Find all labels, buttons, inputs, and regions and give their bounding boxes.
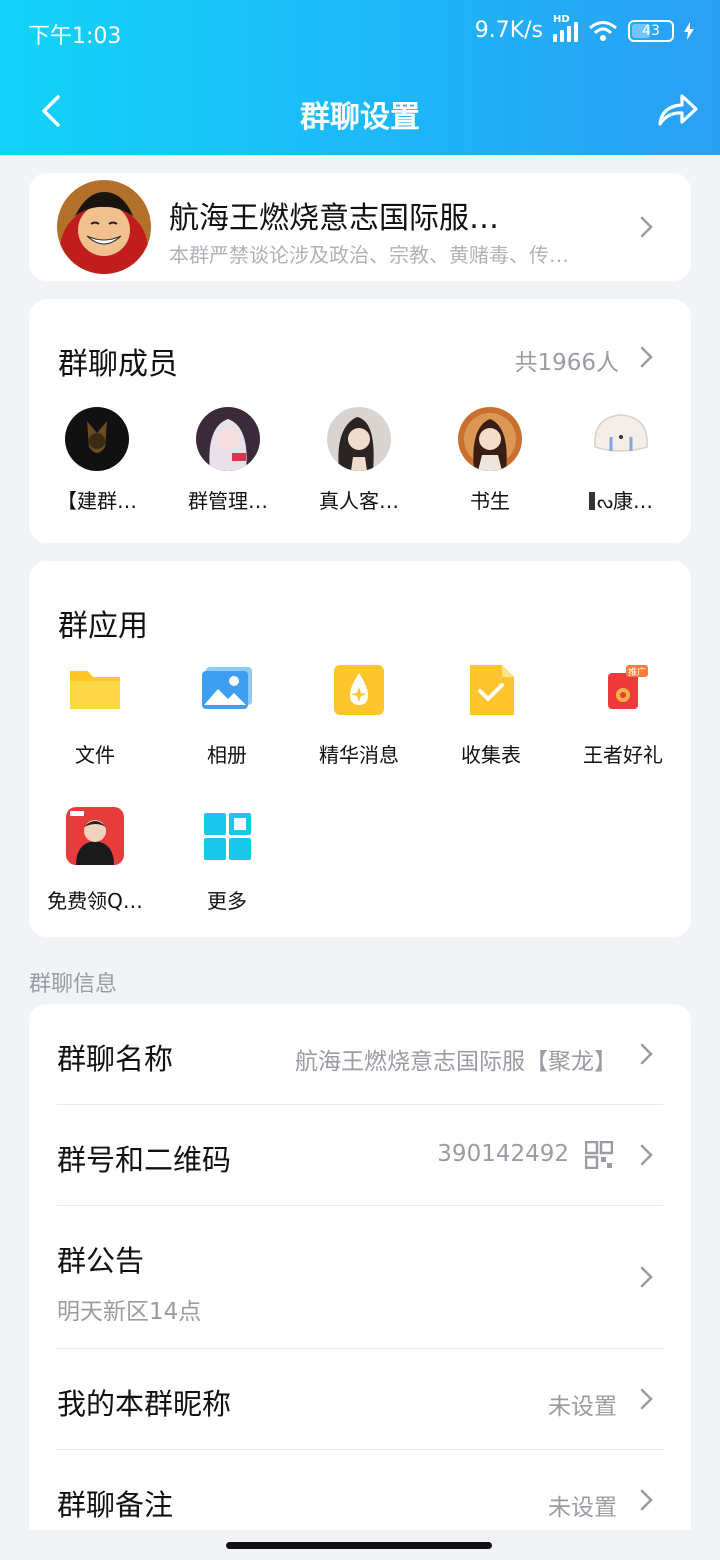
group-avatar	[57, 180, 151, 274]
row-label: 群号和二维码	[57, 1143, 232, 1177]
nav-bar: 群聊设置	[0, 80, 720, 140]
row-my-nickname[interactable]: 我的本群昵称 未设置	[29, 1349, 691, 1449]
home-indicator[interactable]	[226, 1542, 492, 1549]
form-icon	[462, 661, 520, 719]
app-label: 文件	[75, 743, 115, 767]
badge-icon	[588, 492, 595, 510]
status-bar: 下午1:03 9.7K/s HD 43	[28, 14, 694, 49]
info-card: 群聊名称 航海王燃烧意志国际服【聚龙】 群号和二维码 390142492 群公告…	[29, 1004, 691, 1530]
status-indicators: 9.7K/s HD 43	[474, 14, 694, 43]
signal-icon: HD	[553, 14, 578, 42]
page-title: 群聊设置	[300, 100, 420, 135]
row-notice[interactable]: 群公告 明天新区14点	[29, 1206, 691, 1348]
member-avatar	[327, 407, 391, 471]
member-count-link[interactable]: 共1966人	[455, 343, 655, 376]
album-icon	[198, 661, 256, 719]
member-name: 【建群…	[57, 489, 137, 513]
apps-title: 群应用	[58, 609, 148, 644]
share-icon[interactable]	[656, 90, 700, 130]
app-label: 收集表	[461, 743, 521, 767]
notice-preview: 明天新区14点	[57, 1299, 202, 1325]
app-promo[interactable]: 免费领Q…	[29, 807, 161, 914]
gift-icon: 推广	[594, 661, 652, 719]
row-value: 390142492	[437, 1141, 569, 1167]
battery-level: 43	[642, 22, 660, 39]
apps-card: 群应用 文件 相册 精华消息 收集表 推广 王者好礼 免费领Q… 更多	[29, 561, 691, 937]
row-group-name[interactable]: 群聊名称 航海王燃烧意志国际服【聚龙】	[29, 1004, 691, 1104]
app-files[interactable]: 文件	[29, 661, 161, 768]
folder-icon	[66, 661, 124, 719]
app-form[interactable]: 收集表	[425, 661, 557, 768]
group-name: 航海王燃烧意志国际服…	[169, 201, 499, 236]
hd-badge: HD	[553, 13, 570, 25]
row-label: 群聊名称	[57, 1042, 174, 1076]
member-name: 书生	[470, 489, 510, 513]
member-name: 真人客…	[319, 489, 399, 513]
app-label: 免费领Q…	[47, 889, 143, 913]
member-name: ᔓ康…	[555, 485, 687, 514]
app-essence[interactable]: 精华消息	[293, 661, 425, 768]
qrcode-icon[interactable]	[585, 1141, 613, 1169]
app-gift[interactable]: 推广 王者好礼	[557, 661, 689, 768]
chevron-right-icon	[640, 1266, 653, 1288]
network-speed: 9.7K/s	[474, 18, 543, 43]
row-label: 我的本群昵称	[57, 1387, 232, 1421]
chevron-right-icon	[640, 346, 653, 368]
row-value: 未设置	[548, 1495, 617, 1521]
info-section-label: 群聊信息	[29, 972, 118, 997]
app-label: 更多	[207, 889, 247, 913]
member-item[interactable]: 真人客…	[293, 407, 425, 514]
app-album[interactable]: 相册	[161, 661, 293, 768]
member-avatar	[458, 407, 522, 471]
member-avatar	[589, 407, 653, 471]
promo-badge: 推广	[627, 668, 646, 678]
battery-icon: 43	[628, 19, 674, 42]
chevron-right-icon	[640, 1043, 653, 1065]
member-avatar	[65, 407, 129, 471]
more-grid-icon	[198, 807, 256, 865]
app-more[interactable]: 更多	[161, 807, 293, 914]
member-item[interactable]: 群管理…	[162, 407, 294, 514]
member-item[interactable]: 书生	[424, 407, 556, 514]
members-title: 群聊成员	[58, 347, 178, 382]
member-avatar	[196, 407, 260, 471]
row-label: 群公告	[57, 1244, 145, 1278]
row-label: 群聊备注	[57, 1488, 174, 1522]
app-label: 精华消息	[319, 743, 399, 767]
status-time: 下午1:03	[28, 24, 122, 49]
chevron-right-icon	[640, 216, 653, 238]
row-value: 未设置	[548, 1394, 617, 1420]
member-list: 【建群… 群管理… 真人客… 书生 ᔓ康…	[29, 407, 691, 517]
member-item[interactable]: ᔓ康…	[555, 407, 687, 514]
chevron-right-icon	[640, 1388, 653, 1410]
app-label: 王者好礼	[583, 743, 663, 767]
chevron-right-icon	[640, 1144, 653, 1166]
row-value: 航海王燃烧意志国际服【聚龙】	[295, 1049, 617, 1075]
row-group-remark[interactable]: 群聊备注 未设置	[29, 1450, 691, 1530]
curl-icon: ᔓ	[596, 492, 614, 513]
charging-icon	[684, 21, 694, 40]
promo-icon	[66, 807, 124, 865]
members-card: 群聊成员 共1966人 【建群… 群管理… 真人客… 书生 ᔓ康…	[29, 299, 691, 543]
member-count: 共1966人	[514, 350, 619, 376]
wifi-icon	[589, 20, 617, 41]
group-description: 本群严禁谈论涉及政治、宗教、黄赌毒、传…	[169, 243, 569, 267]
header: 下午1:03 9.7K/s HD 43 群聊设置	[0, 0, 720, 155]
member-item[interactable]: 【建群…	[31, 407, 163, 514]
chevron-right-icon	[640, 1489, 653, 1511]
group-profile-card[interactable]: 航海王燃烧意志国际服… 本群严禁谈论涉及政治、宗教、黄赌毒、传…	[29, 173, 691, 281]
app-label: 相册	[207, 743, 247, 767]
essence-icon	[330, 661, 388, 719]
row-group-number[interactable]: 群号和二维码 390142492	[29, 1105, 691, 1205]
member-name: 群管理…	[188, 489, 268, 513]
